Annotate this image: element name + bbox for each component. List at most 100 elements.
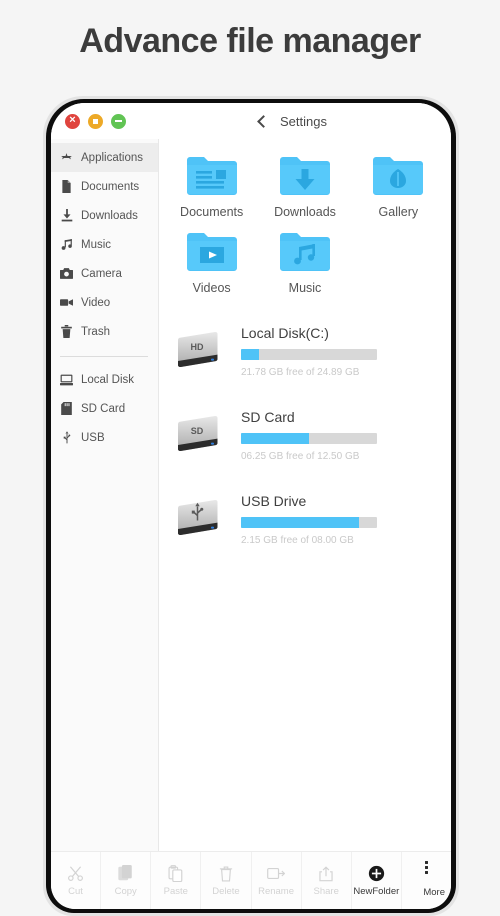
trash-icon (60, 325, 73, 338)
maximize-button[interactable] (111, 113, 126, 129)
sidebar-item-applications[interactable]: Applications (51, 143, 158, 172)
storage-progress-bar (241, 349, 377, 360)
sidebar-item-trash[interactable]: Trash (51, 317, 158, 346)
storage-row-usb-drive[interactable]: USB Drive 2.15 GB free of 08.00 GB (171, 491, 433, 546)
toolbar-copy-button[interactable]: Copy (101, 852, 152, 909)
close-button[interactable]: × (65, 113, 80, 129)
folder-label: Music (288, 281, 322, 295)
storage-detail: 21.78 GB free of 24.89 GB (241, 367, 360, 378)
video-camera-icon (60, 296, 73, 309)
applications-icon (60, 151, 73, 164)
app-body: Applications Documents Downloads Music C… (51, 139, 451, 851)
sidebar-item-label: Downloads (81, 209, 138, 222)
app-screen: × Settings Applications Documents Downlo… (51, 103, 451, 909)
storage-row-sd-card[interactable]: SD SD Card 06.25 GB free of 12.50 GB (171, 407, 433, 462)
folder-grid: Documents Downloads Gallery Videos Music (159, 147, 451, 305)
folder-documents[interactable]: Documents (165, 153, 258, 219)
folder-videos[interactable]: Videos (165, 229, 258, 295)
sidebar-item-label: Trash (81, 325, 110, 338)
phone-frame: × Settings Applications Documents Downlo… (43, 96, 459, 916)
document-icon (60, 180, 73, 193)
sidebar-item-label: Music (81, 238, 112, 251)
storage-progress-fill (241, 517, 360, 528)
folder-gallery[interactable]: Gallery (352, 153, 445, 219)
sidebar-item-label: Documents (81, 180, 140, 193)
hard-disk-icon (60, 373, 73, 386)
toolbar-newfolder-button[interactable]: NewFolder (352, 852, 402, 909)
sidebar-item-label: Local Disk (81, 373, 135, 386)
storage-name: SD Card (241, 409, 295, 425)
toolbar-label: Delete (212, 886, 240, 897)
toolbar-paste-button[interactable]: Paste (151, 852, 202, 909)
storage-detail: 2.15 GB free of 08.00 GB (241, 535, 354, 546)
sidebar-item-usb[interactable]: USB (51, 423, 158, 452)
folder-label: Documents (180, 205, 244, 219)
music-note-icon (60, 238, 73, 251)
phone-bezel: × Settings Applications Documents Downlo… (46, 99, 456, 913)
usb-icon (60, 431, 73, 444)
nav-header: Settings (257, 113, 327, 129)
storage-progress-bar (241, 517, 377, 528)
nav-title: Settings (280, 113, 327, 129)
storage-info: SD Card 06.25 GB free of 12.50 GB (241, 407, 433, 462)
folder-downloads-icon (277, 153, 333, 199)
minimize-button[interactable] (88, 113, 103, 129)
main-content: Documents Downloads Gallery Videos Music… (159, 139, 451, 851)
folder-label: Downloads (274, 205, 336, 219)
storage-progress-fill (241, 349, 259, 360)
sidebar-item-documents[interactable]: Documents (51, 172, 158, 201)
sidebar-item-downloads[interactable]: Downloads (51, 201, 158, 230)
storage-name: Local Disk(C:) (241, 325, 329, 341)
sidebar-item-label: SD Card (81, 402, 126, 415)
storage-progress-fill (241, 433, 309, 444)
folder-music[interactable]: Music (258, 229, 351, 295)
toolbar-label: NewFolder (353, 886, 400, 897)
folder-grid-spacer (352, 229, 445, 295)
toolbar-label: Paste (163, 886, 188, 897)
storage-info: USB Drive 2.15 GB free of 08.00 GB (241, 491, 433, 546)
sidebar-item-local-disk[interactable]: Local Disk (51, 365, 158, 394)
toolbar-delete-button[interactable]: Delete (201, 852, 252, 909)
toolbar-label: Rename (258, 886, 295, 897)
bottom-toolbar: Cut Copy Paste Delete Rename Share NewFo… (51, 851, 451, 909)
sidebar-item-label: Applications (81, 151, 144, 164)
toolbar-label: Cut (68, 886, 83, 897)
chevron-left-icon[interactable] (257, 114, 270, 128)
sidebar-item-camera[interactable]: Camera (51, 259, 158, 288)
storage-progress-bar (241, 433, 377, 444)
folder-label: Videos (192, 281, 231, 295)
svg-text:SD: SD (191, 426, 204, 436)
folder-documents-icon (184, 153, 240, 199)
sidebar-item-label: Camera (81, 267, 122, 280)
trash-icon (219, 864, 233, 883)
sidebar-item-video[interactable]: Video (51, 288, 158, 317)
toolbar-rename-button[interactable]: Rename (252, 852, 302, 909)
copy-icon (118, 864, 133, 883)
sidebar-item-label: USB (81, 431, 105, 444)
toolbar-share-button[interactable]: Share (302, 852, 352, 909)
sd-card-icon (60, 402, 73, 415)
folder-label: Gallery (378, 205, 419, 219)
storage-row-local-disk[interactable]: HD Local Disk(C:) 21.78 GB free of 24.89… (171, 323, 433, 378)
download-icon (60, 209, 73, 222)
sidebar-item-label: Video (81, 296, 111, 309)
drive-hd-icon: HD (171, 328, 229, 374)
storage-info: Local Disk(C:) 21.78 GB free of 24.89 GB (241, 323, 433, 378)
toolbar-label: Share (313, 886, 339, 897)
sidebar-item-sd-card[interactable]: SD Card (51, 394, 158, 423)
plus-circle-icon (368, 864, 385, 883)
paste-icon (168, 864, 183, 883)
storage-list: HD Local Disk(C:) 21.78 GB free of 24.89… (159, 305, 451, 546)
share-icon (318, 864, 334, 883)
drive-usb-icon (171, 496, 229, 542)
rename-icon (267, 864, 286, 883)
sidebar: Applications Documents Downloads Music C… (51, 139, 159, 851)
drive-sd-icon: SD (171, 412, 229, 458)
sidebar-item-music[interactable]: Music (51, 230, 158, 259)
folder-gallery-icon (370, 153, 426, 199)
folder-downloads[interactable]: Downloads (258, 153, 351, 219)
toolbar-cut-button[interactable]: Cut (51, 852, 102, 909)
more-vertical-icon (424, 858, 428, 877)
sidebar-divider (60, 356, 148, 357)
toolbar-more-button[interactable]: More (402, 852, 451, 909)
